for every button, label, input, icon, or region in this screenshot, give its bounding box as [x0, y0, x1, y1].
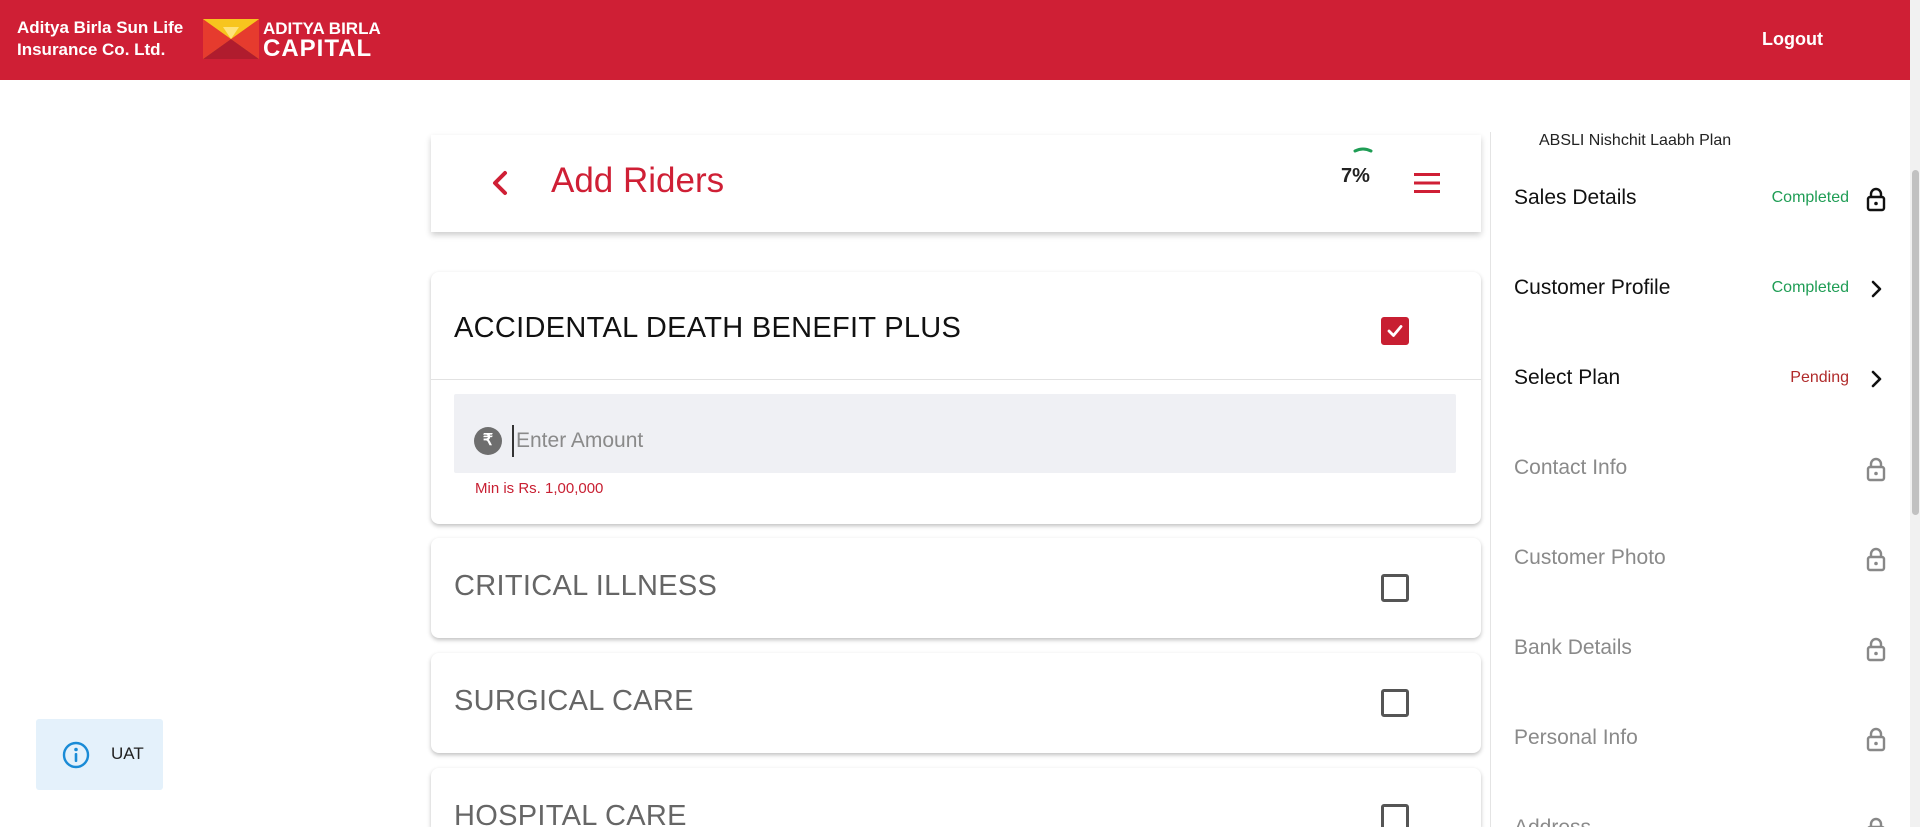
progress-ring — [1353, 147, 1373, 153]
top-bar: Aditya Birla Sun Life Insurance Co. Ltd.… — [0, 0, 1910, 80]
rupee-icon: ₹ — [474, 427, 502, 455]
lock-icon — [1866, 547, 1886, 572]
rider-checkbox-accidental-death[interactable] — [1381, 317, 1409, 345]
step-label: Contact Info — [1514, 456, 1628, 479]
step-personal-info: Personal Info — [1514, 718, 1889, 758]
step-label: Address — [1514, 816, 1591, 827]
info-icon — [62, 741, 90, 769]
rider-checkbox-critical-illness[interactable] — [1381, 574, 1409, 602]
step-select-plan[interactable]: Select Plan Pending — [1514, 358, 1889, 398]
chevron-right-icon — [1871, 370, 1882, 388]
rider-card-critical-illness[interactable]: CRITICAL ILLNESS — [431, 538, 1481, 638]
rider-name: HOSPITAL CARE — [454, 800, 687, 827]
environment-label: UAT — [111, 744, 144, 763]
logo-line-2: CAPITAL — [263, 35, 373, 62]
brand-name: Aditya Birla Sun Life Insurance Co. Ltd. — [17, 17, 183, 61]
rider-divider — [431, 379, 1481, 380]
rider-card-surgical-care[interactable]: SURGICAL CARE — [431, 653, 1481, 753]
rider-name: SURGICAL CARE — [454, 685, 694, 717]
scrollbar-thumb[interactable] — [1912, 170, 1919, 515]
amount-field[interactable]: ₹ — [454, 394, 1456, 473]
page-scrollbar[interactable] — [1910, 0, 1920, 827]
step-customer-photo: Customer Photo — [1514, 538, 1889, 578]
lock-icon — [1866, 187, 1886, 212]
brand-line-1: Aditya Birla Sun Life — [17, 18, 184, 37]
lock-icon — [1866, 727, 1886, 752]
step-label: Customer Profile — [1514, 276, 1671, 299]
plan-name: ABSLI Nishchit Laabh Plan — [1539, 132, 1732, 149]
page-header-card: Add Riders 7% — [431, 135, 1481, 232]
step-label: Customer Photo — [1514, 546, 1666, 569]
step-contact-info: Contact Info — [1514, 448, 1889, 488]
progress-percent: 7% — [1341, 165, 1370, 187]
amount-input[interactable] — [512, 425, 1412, 457]
step-label: Select Plan — [1514, 366, 1621, 389]
page-title: Add Riders — [551, 161, 725, 200]
step-label: Bank Details — [1514, 636, 1632, 659]
lock-icon — [1867, 817, 1885, 827]
step-status: Completed — [1771, 189, 1849, 206]
amount-error-message: Min is Rs. 1,00,000 — [475, 480, 604, 497]
step-label: Personal Info — [1514, 726, 1638, 749]
checkmark-icon — [1387, 325, 1403, 337]
chevron-left-icon[interactable] — [483, 165, 519, 201]
logo-sun-icon — [203, 19, 259, 59]
lock-icon — [1866, 457, 1886, 482]
logo-wordmark: ADITYA BIRLA CAPITAL — [263, 19, 381, 62]
step-status: Pending — [1790, 369, 1849, 386]
step-status: Completed — [1771, 279, 1849, 296]
logout-button[interactable]: Logout — [1762, 29, 1823, 50]
rider-card-hospital-care[interactable]: HOSPITAL CARE — [431, 768, 1481, 827]
rider-card-accidental-death: ACCIDENTAL DEATH BENEFIT PLUS ₹ Min is R… — [431, 272, 1481, 524]
brand-line-2: Insurance Co. Ltd. — [17, 40, 166, 59]
step-label: Sales Details — [1514, 186, 1637, 209]
rider-name: ACCIDENTAL DEATH BENEFIT PLUS — [454, 312, 962, 344]
progress-sidebar: ABSLI Nishchit Laabh Plan Sales Details … — [1490, 132, 1901, 827]
step-customer-profile[interactable]: Customer Profile Completed — [1514, 268, 1889, 308]
company-logo: ADITYA BIRLA CAPITAL — [203, 19, 381, 62]
rider-name: CRITICAL ILLNESS — [454, 570, 718, 602]
step-bank-details: Bank Details — [1514, 628, 1889, 668]
step-address: Address — [1514, 808, 1889, 827]
lock-icon — [1866, 637, 1886, 662]
hamburger-menu-icon[interactable] — [1413, 170, 1441, 196]
rider-checkbox-surgical-care[interactable] — [1381, 689, 1409, 717]
chevron-right-icon — [1871, 280, 1882, 298]
rider-checkbox-hospital-care[interactable] — [1381, 804, 1409, 827]
environment-badge[interactable]: UAT — [36, 719, 163, 790]
step-sales-details[interactable]: Sales Details Completed — [1514, 178, 1889, 218]
